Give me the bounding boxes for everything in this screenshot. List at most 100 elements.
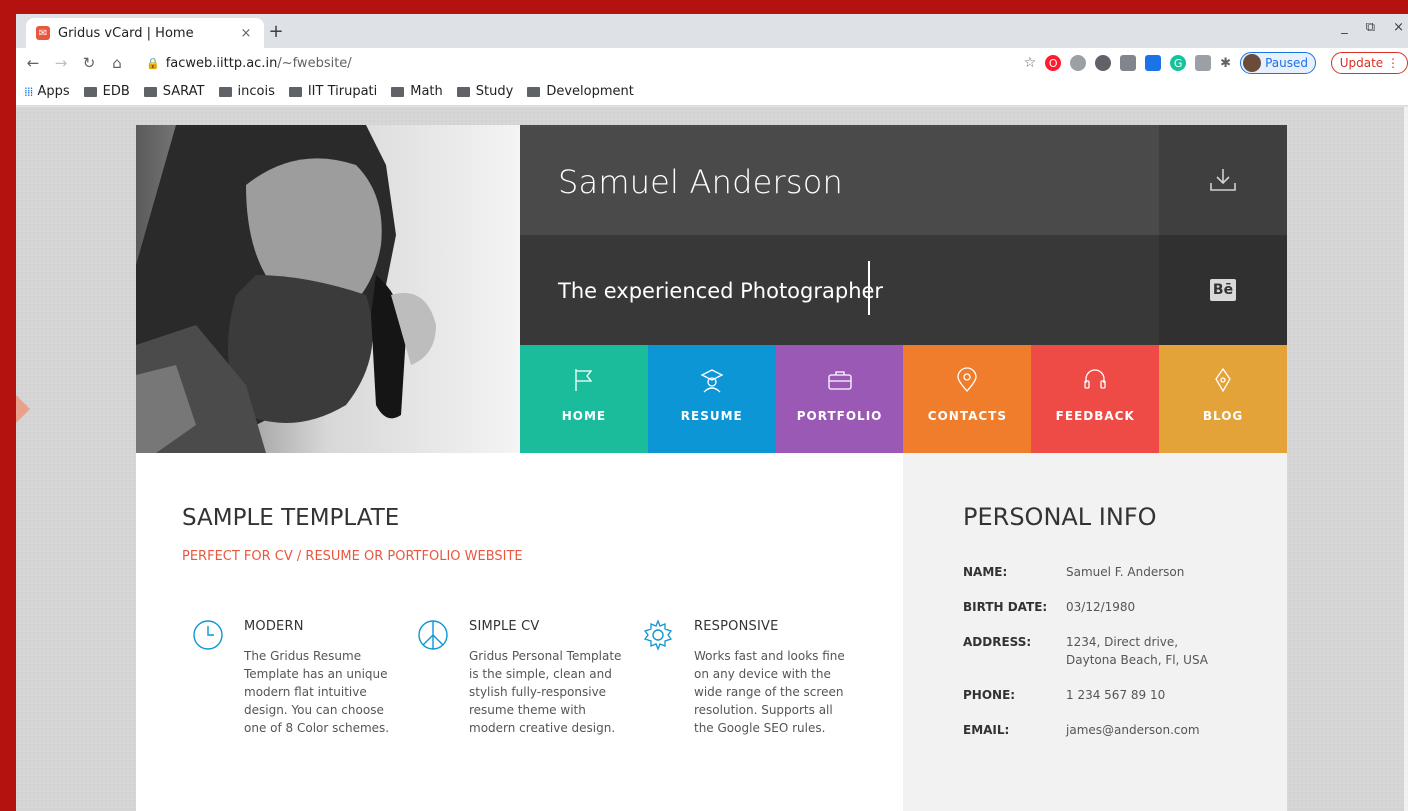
restore-button[interactable]: ⧉ — [1366, 20, 1375, 35]
scrollbar[interactable] — [1404, 107, 1408, 811]
bookmark-label: IIT Tirupati — [307, 84, 378, 99]
extensions-row: ☆ O G ✱ Paused — [1024, 52, 1316, 74]
feature-description: The Gridus Resume Template has an unique… — [244, 649, 390, 735]
nav-feedback[interactable]: FEEDBACK — [1031, 345, 1160, 453]
feature-description: Gridus Personal Template is the simple, … — [469, 649, 622, 735]
info-row: BIRTH DATE: 03/12/1980 — [963, 598, 1216, 633]
behance-button[interactable]: Bē — [1159, 235, 1287, 345]
vcard: Samuel Anderson The experienced Photogra… — [136, 125, 1287, 811]
subtitle-header: The experienced Photographer Bē — [520, 235, 1287, 345]
info-value[interactable]: james@anderson.com — [1066, 721, 1216, 756]
bookmark-label: EDB — [102, 84, 130, 99]
bookmark-development[interactable]: Development — [527, 84, 634, 99]
nav-portfolio[interactable]: PORTFOLIO — [775, 345, 904, 453]
home-icon[interactable]: ⌂ — [106, 52, 128, 74]
shield-extension-icon[interactable] — [1070, 55, 1087, 71]
profile-button[interactable]: Paused — [1240, 52, 1316, 74]
url-path: /~fwebsite/ — [277, 55, 352, 71]
bookmark-label: SARAT — [162, 84, 205, 99]
folder-icon — [456, 86, 470, 97]
bookmark-sarat[interactable]: SARAT — [143, 84, 205, 99]
bookmark-iit-tirupati[interactable]: IIT Tirupati — [288, 84, 378, 99]
section-tagline: PERFECT FOR CV / RESUME OR PORTFOLIO WEB… — [182, 549, 523, 564]
info-value: Samuel F. Anderson — [1066, 565, 1185, 579]
folder-icon — [288, 86, 302, 97]
browser-toolbar: ← → ↻ ⌂ 🔒 facweb.iittp.ac.in/~fwebsite/ … — [16, 48, 1408, 78]
info-row: PHONE: 1 234 567 89 10 — [963, 686, 1216, 721]
folder-icon — [83, 86, 97, 97]
bookmark-label: Development — [546, 84, 634, 99]
flag-icon — [575, 369, 593, 391]
nav-home[interactable]: HOME — [520, 345, 648, 453]
profile-photo — [136, 125, 520, 453]
nav-label: CONTACTS — [927, 409, 1008, 423]
name-header: Samuel Anderson — [520, 125, 1287, 235]
grammarly-extension-icon[interactable]: G — [1170, 55, 1187, 71]
star-bookmark-icon[interactable]: ☆ — [1024, 55, 1037, 71]
site-favicon-icon: ✉ — [36, 26, 50, 40]
headset-icon — [1084, 369, 1106, 389]
nav-label: PORTFOLIO — [796, 409, 883, 423]
download-button[interactable] — [1159, 125, 1287, 235]
feature-title: SIMPLE CV — [469, 619, 540, 634]
section-title: SAMPLE TEMPLATE — [182, 505, 400, 531]
folder-icon — [391, 86, 405, 97]
main-nav: HOME RESUME PORTFOLIO CONTACTS FEEDBACK — [520, 345, 1287, 453]
profile-status-label: Paused — [1265, 56, 1308, 70]
update-button[interactable]: Update ⋮ — [1330, 52, 1408, 74]
profile-name: Samuel Anderson — [558, 163, 843, 201]
nav-resume[interactable]: RESUME — [647, 345, 776, 453]
info-key: EMAIL: — [963, 723, 1010, 737]
nav-label: FEEDBACK — [1055, 409, 1135, 423]
info-value: 1234, Direct drive, Daytona Beach, Fl, U… — [1066, 635, 1209, 667]
browser-window: ✉ Gridus vCard | Home × + _ ⧉ × ← → ↻ ⌂ … — [16, 14, 1408, 811]
image-extension-icon[interactable] — [1195, 55, 1212, 71]
folder-icon — [218, 86, 232, 97]
forward-arrow-icon[interactable]: → — [50, 52, 72, 74]
info-key: NAME: — [963, 565, 1008, 579]
info-key: PHONE: — [963, 688, 1016, 702]
bookmark-label: incois — [237, 84, 275, 99]
feature-description: Works fast and looks fine on any device … — [694, 649, 845, 735]
bookmark-math[interactable]: Math — [391, 84, 443, 99]
browser-tab[interactable]: ✉ Gridus vCard | Home × — [26, 18, 264, 48]
nav-contacts[interactable]: CONTACTS — [903, 345, 1032, 453]
profile-subtitle: The experienced Photographer — [558, 279, 884, 303]
new-tab-button[interactable]: + — [264, 20, 288, 44]
back-arrow-icon[interactable]: ← — [22, 52, 44, 74]
bookmark-apps[interactable]: ⁞⁞⁞ Apps — [24, 84, 70, 99]
peace-icon — [418, 620, 448, 650]
info-row: EMAIL: james@anderson.com — [963, 721, 1216, 756]
bookmark-edb[interactable]: EDB — [83, 84, 130, 99]
clock-icon — [193, 620, 223, 650]
feature-title: RESPONSIVE — [694, 619, 779, 634]
behance-icon: Bē — [1210, 279, 1236, 301]
window-controls: _ ⧉ × — [1341, 20, 1408, 35]
url-text: facweb.iittp.ac.in/~fwebsite/ — [166, 56, 352, 71]
opera-extension-icon[interactable]: O — [1045, 55, 1062, 71]
bookmark-label: Math — [410, 84, 443, 99]
close-window-button[interactable]: × — [1393, 20, 1404, 35]
personal-info-table: NAME: Samuel F. Anderson BIRTH DATE: 03/12… — [963, 563, 1216, 756]
puzzle-extensions-icon[interactable]: ✱ — [1220, 56, 1231, 71]
nav-label: BLOG — [1202, 409, 1244, 423]
folder-icon — [527, 86, 541, 97]
info-value: 03/12/1980 — [1066, 600, 1136, 614]
folder-icon — [143, 86, 157, 97]
circle-extension-icon[interactable] — [1095, 55, 1112, 71]
tab-close-icon[interactable]: × — [238, 26, 254, 41]
screen-extension-icon[interactable] — [1145, 55, 1162, 71]
bookmark-study[interactable]: Study — [456, 84, 513, 99]
camera-extension-icon[interactable] — [1120, 55, 1137, 71]
info-value: 1 234 567 89 10 — [1066, 688, 1166, 702]
bookmark-label: Apps — [37, 84, 70, 99]
pen-nib-icon — [1215, 367, 1231, 393]
portrait-illustration — [136, 125, 520, 453]
location-pin-icon — [957, 367, 978, 392]
reload-icon[interactable]: ↻ — [78, 52, 100, 74]
nav-blog[interactable]: BLOG — [1159, 345, 1287, 453]
feature-title: MODERN — [244, 619, 304, 634]
bookmark-incois[interactable]: incois — [218, 84, 275, 99]
more-vert-icon: ⋮ — [1387, 56, 1399, 70]
minimize-button[interactable]: _ — [1341, 20, 1348, 35]
